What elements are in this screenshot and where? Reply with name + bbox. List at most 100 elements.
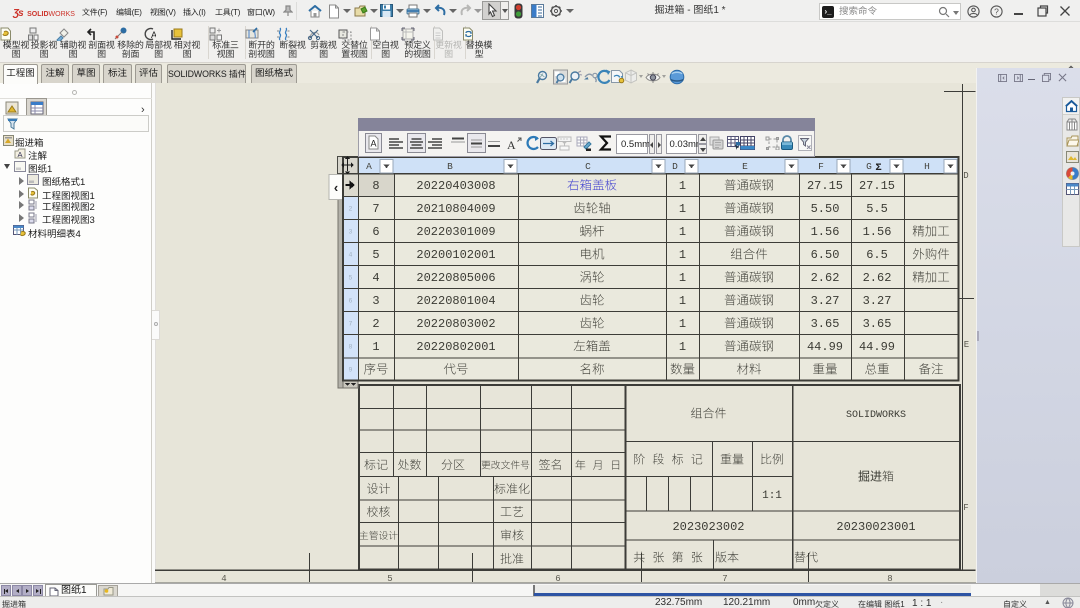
svg-text:20200102001: 20200102001	[416, 248, 495, 262]
svg-text:批准: 批准	[500, 550, 524, 567]
svg-text:6: 6	[349, 298, 353, 305]
svg-text:7: 7	[349, 321, 353, 328]
svg-text:电机: 电机	[579, 244, 605, 263]
svg-text:左箱盖: 左箱盖	[573, 336, 611, 355]
svg-text:20220403008: 20220403008	[416, 179, 495, 193]
svg-text:普通碳钢: 普通碳钢	[724, 175, 774, 194]
svg-text:外购件: 外购件	[912, 244, 950, 263]
svg-text:2.62: 2.62	[811, 271, 840, 285]
svg-text:精加工: 精加工	[912, 221, 950, 240]
svg-text:1: 1	[679, 340, 686, 354]
svg-text:普通碳钢: 普通碳钢	[724, 198, 774, 217]
svg-text:F: F	[963, 503, 968, 513]
svg-text:1:1: 1:1	[762, 490, 782, 502]
svg-text:E: E	[964, 340, 969, 350]
svg-text:SOLIDWORKS: SOLIDWORKS	[846, 410, 906, 421]
svg-text:涡轮: 涡轮	[579, 267, 604, 286]
svg-text:标记: 标记	[364, 456, 388, 473]
svg-text:1: 1	[679, 179, 686, 193]
svg-text:1: 1	[679, 248, 686, 262]
svg-text:1: 1	[679, 225, 686, 239]
svg-text:版本: 版本	[715, 548, 739, 565]
svg-text:重量: 重量	[812, 359, 837, 378]
svg-text:20220803002: 20220803002	[416, 317, 495, 331]
svg-text:2023023002: 2023023002	[672, 520, 744, 534]
svg-text:5: 5	[349, 275, 353, 282]
svg-text:9: 9	[349, 367, 353, 374]
svg-text:重量: 重量	[720, 450, 744, 467]
svg-text:3.65: 3.65	[811, 317, 840, 331]
svg-text:6.5: 6.5	[866, 248, 888, 262]
svg-text:处数: 处数	[397, 456, 421, 473]
svg-text:更改文件号: 更改文件号	[481, 458, 530, 472]
svg-text:Σ: Σ	[875, 162, 881, 174]
svg-text:6: 6	[555, 574, 560, 584]
svg-text:1.56: 1.56	[811, 225, 840, 239]
svg-text:44.99: 44.99	[859, 340, 895, 354]
svg-text:普通碳钢: 普通碳钢	[724, 267, 774, 286]
svg-text:共 张 第 张: 共 张 第 张	[633, 548, 703, 565]
svg-text:审核: 审核	[500, 526, 524, 543]
svg-text:C: C	[585, 161, 591, 172]
svg-text:B: B	[447, 161, 453, 172]
svg-text:数量: 数量	[670, 359, 695, 378]
svg-text:5: 5	[387, 574, 392, 584]
svg-text:校核: 校核	[366, 503, 390, 520]
svg-text:27.15: 27.15	[859, 179, 895, 193]
svg-text:4: 4	[349, 252, 353, 259]
svg-text:普通碳钢: 普通碳钢	[724, 336, 774, 355]
svg-text:20220805006: 20220805006	[416, 271, 495, 285]
svg-text:年 月 日: 年 月 日	[575, 457, 621, 473]
svg-text:材料: 材料	[736, 359, 761, 378]
svg-text:阶 段 标 记: 阶 段 标 记	[633, 450, 703, 467]
svg-text:2.62: 2.62	[863, 271, 892, 285]
svg-text:精加工: 精加工	[912, 267, 950, 286]
svg-text:备注: 备注	[918, 359, 943, 378]
svg-text:组合件: 组合件	[690, 405, 726, 422]
svg-text:序号: 序号	[363, 359, 388, 378]
svg-text:齿轮: 齿轮	[579, 290, 604, 309]
svg-text:20210804009: 20210804009	[416, 202, 495, 216]
svg-text:4: 4	[221, 574, 226, 584]
svg-text:A: A	[507, 138, 516, 151]
svg-text:H: H	[924, 161, 930, 172]
svg-text:右箱盖板: 右箱盖板	[567, 175, 617, 194]
svg-text:替代: 替代	[794, 548, 818, 565]
svg-text:E: E	[742, 161, 748, 172]
svg-text:7: 7	[722, 574, 727, 584]
svg-text:1: 1	[679, 271, 686, 285]
svg-text:4: 4	[372, 271, 379, 285]
svg-text:掘进箱: 掘进箱	[858, 468, 894, 485]
svg-text:标准化: 标准化	[494, 480, 530, 497]
svg-text:代号: 代号	[443, 359, 468, 378]
svg-text:设计: 设计	[366, 480, 390, 497]
svg-text:2: 2	[349, 206, 353, 213]
svg-text:6.50: 6.50	[811, 248, 840, 262]
svg-text:D: D	[963, 171, 968, 181]
svg-text:1: 1	[679, 202, 686, 216]
svg-text:比例: 比例	[760, 450, 784, 467]
svg-text:3.65: 3.65	[863, 317, 892, 331]
svg-text:5: 5	[372, 248, 379, 262]
svg-text:6: 6	[372, 225, 379, 239]
svg-text:名称: 名称	[579, 359, 604, 378]
svg-text:‹: ‹	[334, 180, 338, 195]
svg-text:7: 7	[372, 202, 379, 216]
svg-text:蜗杆: 蜗杆	[579, 221, 604, 240]
svg-text:3.27: 3.27	[863, 294, 892, 308]
svg-text:A: A	[370, 139, 376, 149]
svg-text:20220802001: 20220802001	[416, 340, 495, 354]
svg-text:普通碳钢: 普通碳钢	[724, 221, 774, 240]
svg-text:普通碳钢: 普通碳钢	[724, 313, 774, 332]
svg-text:G: G	[866, 161, 872, 172]
svg-text:1: 1	[372, 340, 379, 354]
svg-text:总重: 总重	[864, 359, 889, 378]
svg-text:8: 8	[887, 574, 892, 584]
svg-text:3.27: 3.27	[811, 294, 840, 308]
svg-text:2: 2	[372, 317, 379, 331]
svg-text:44.99: 44.99	[807, 340, 843, 354]
svg-text:8: 8	[349, 344, 353, 351]
svg-text:1.56: 1.56	[863, 225, 892, 239]
svg-text:27.15: 27.15	[807, 179, 843, 193]
svg-text:20230023001: 20230023001	[836, 520, 915, 534]
